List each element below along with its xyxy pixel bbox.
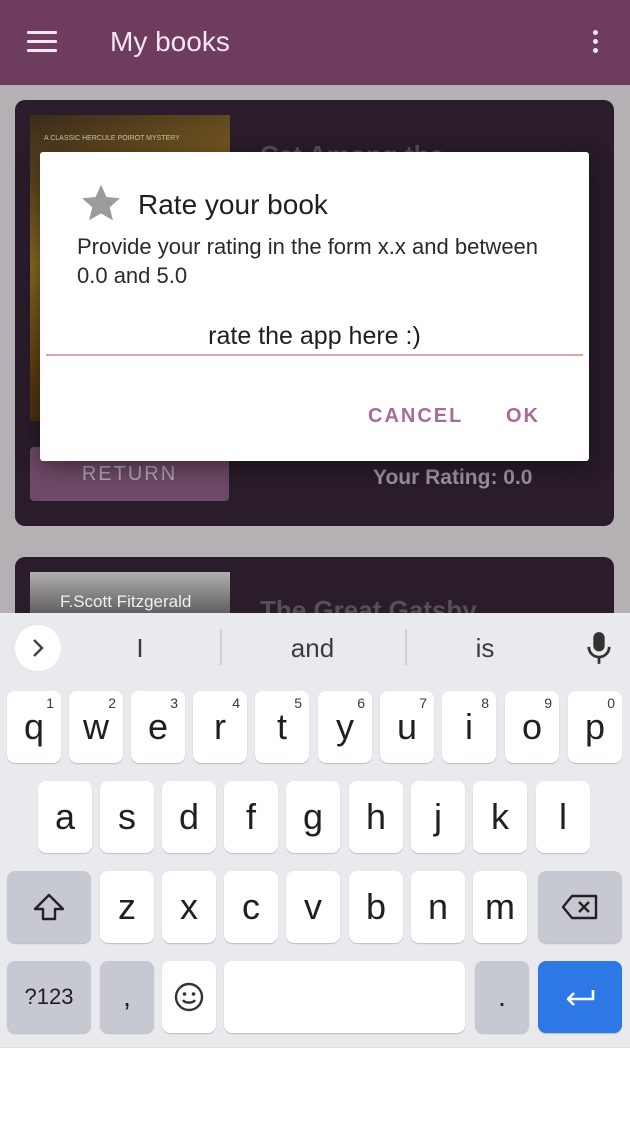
key-a[interactable]: a: [38, 781, 92, 853]
key-f[interactable]: f: [224, 781, 278, 853]
key-label: p: [584, 706, 606, 747]
shift-key[interactable]: [7, 871, 91, 943]
enter-icon: [566, 990, 595, 1006]
key-label: y: [336, 706, 354, 747]
cancel-button[interactable]: CANCEL: [368, 405, 463, 428]
soft-keyboard: I and is q1 w2 e3 r4 t5 y6 u7 i8 o9 p0 a…: [0, 613, 630, 1047]
dialog-title: Rate your book: [138, 189, 328, 220]
key-hint: 9: [544, 695, 552, 711]
key-v[interactable]: v: [286, 871, 340, 943]
backspace-key[interactable]: [538, 871, 622, 943]
navigation-area: [0, 1047, 630, 1122]
enter-key[interactable]: [538, 961, 622, 1033]
key-w[interactable]: w2: [69, 691, 123, 763]
suggestion[interactable]: and: [260, 633, 365, 664]
key-label: r: [214, 706, 226, 747]
space-key[interactable]: [224, 961, 465, 1033]
menu-icon[interactable]: [27, 31, 57, 53]
suggestion-strip: I and is: [0, 613, 630, 683]
key-hint: 6: [357, 695, 365, 711]
key-m[interactable]: m: [473, 871, 527, 943]
chevron-right-icon[interactable]: [15, 625, 61, 671]
star-icon: [82, 184, 120, 221]
key-hint: 2: [108, 695, 116, 711]
app-bar: My books: [0, 0, 630, 85]
key-x[interactable]: x: [162, 871, 216, 943]
key-label: t: [276, 706, 287, 747]
key-o[interactable]: o9: [505, 691, 559, 763]
more-options-icon[interactable]: [588, 30, 602, 56]
emoji-icon: [174, 982, 204, 1012]
key-b[interactable]: b: [349, 871, 403, 943]
microphone-icon[interactable]: [585, 631, 613, 665]
key-label: q: [23, 706, 45, 747]
key-i[interactable]: i8: [442, 691, 496, 763]
key-q[interactable]: q1: [7, 691, 61, 763]
key-l[interactable]: l: [536, 781, 590, 853]
key-label: e: [147, 706, 169, 747]
key-c[interactable]: c: [224, 871, 278, 943]
cover-author: F.Scott Fitzgerald: [60, 592, 192, 611]
suggestion[interactable]: is: [450, 633, 520, 664]
comma-key[interactable]: ,: [100, 961, 154, 1033]
rate-book-dialog: Rate your book Provide your rating in th…: [40, 152, 589, 461]
suggestion-divider: [220, 629, 222, 665]
key-r[interactable]: r4: [193, 691, 247, 763]
key-u[interactable]: u7: [380, 691, 434, 763]
backspace-icon: [561, 894, 598, 920]
key-t[interactable]: t5: [255, 691, 309, 763]
period-key[interactable]: .: [475, 961, 529, 1033]
key-hint: 5: [294, 695, 302, 711]
symbols-key[interactable]: ?123: [7, 961, 91, 1033]
key-g[interactable]: g: [286, 781, 340, 853]
key-e[interactable]: e3: [131, 691, 185, 763]
key-n[interactable]: n: [411, 871, 465, 943]
key-hint: 8: [481, 695, 489, 711]
key-p[interactable]: p0: [568, 691, 622, 763]
key-label: o: [521, 706, 543, 747]
key-hint: 3: [170, 695, 178, 711]
shift-icon: [33, 893, 65, 921]
cover-tag: A CLASSIC HERCULE POIROT MYSTERY: [44, 135, 180, 142]
app-title: My books: [110, 26, 230, 57]
key-z[interactable]: z: [100, 871, 154, 943]
rating-input[interactable]: [46, 318, 583, 356]
key-hint: 1: [46, 695, 54, 711]
suggestion-divider: [405, 629, 407, 665]
key-label: u: [396, 706, 418, 747]
dialog-message: Provide your rating in the form x.x and …: [77, 234, 539, 288]
key-hint: 0: [607, 695, 615, 711]
key-label: w: [83, 706, 109, 747]
key-hint: 4: [232, 695, 240, 711]
ok-button[interactable]: OK: [506, 405, 540, 428]
key-s[interactable]: s: [100, 781, 154, 853]
key-h[interactable]: h: [349, 781, 403, 853]
key-k[interactable]: k: [473, 781, 527, 853]
suggestion[interactable]: I: [110, 633, 170, 664]
emoji-key[interactable]: [162, 961, 216, 1033]
key-j[interactable]: j: [411, 781, 465, 853]
key-hint: 7: [419, 695, 427, 711]
key-d[interactable]: d: [162, 781, 216, 853]
your-rating: Your Rating: 0.0: [373, 466, 533, 489]
key-label: i: [465, 706, 473, 747]
key-y[interactable]: y6: [318, 691, 372, 763]
